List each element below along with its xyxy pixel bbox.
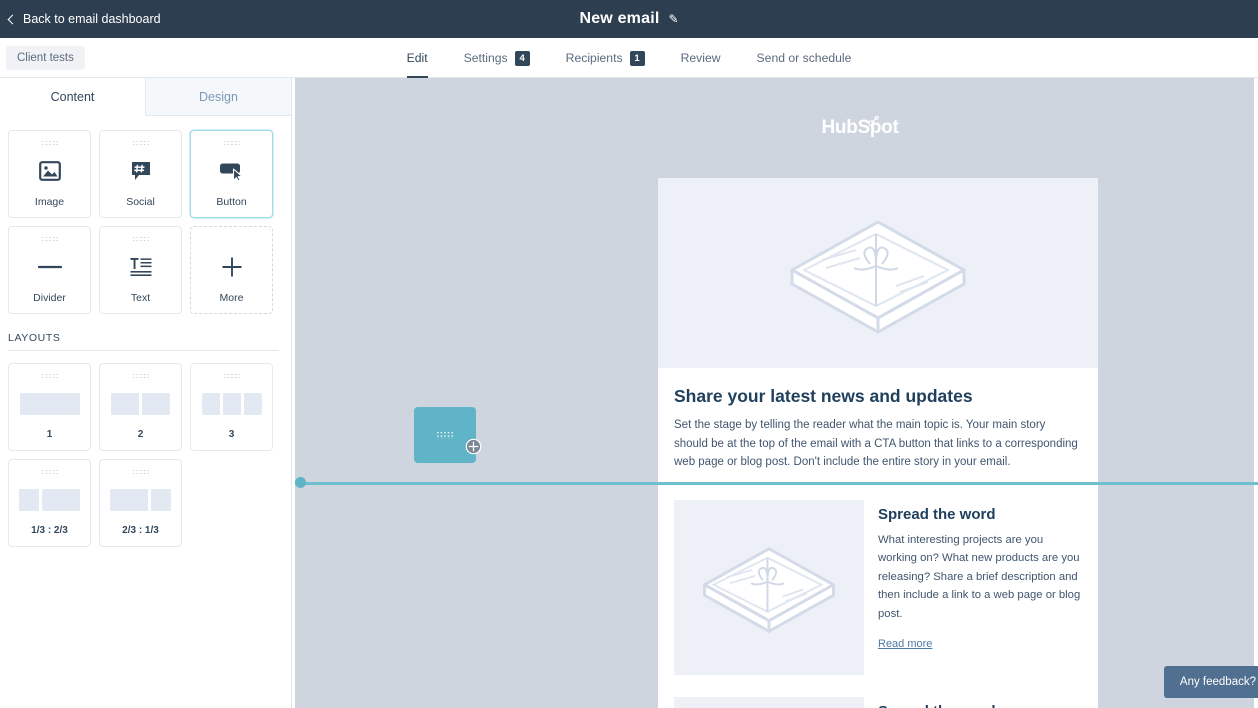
- sidebar-tabs: Content Design: [0, 78, 291, 116]
- tab-recipients[interactable]: Recipients 1: [548, 38, 663, 78]
- tab-settings-badge: 4: [514, 50, 530, 66]
- layout-card-2-3-1-3[interactable]: 2/3 : 1/3: [99, 459, 182, 547]
- nav-tabs: Edit Settings 4 Recipients 1 Review Send…: [0, 38, 1258, 78]
- layouts-grid: 1 2 3 1/3 : 2/3 2/3: 1/3: [0, 351, 291, 547]
- tab-settings[interactable]: Settings 4: [446, 38, 548, 78]
- tab-review[interactable]: Review: [663, 38, 739, 78]
- canvas-right-edge: [1254, 78, 1258, 708]
- sidebar-tab-content-label: Content: [50, 89, 95, 104]
- feedback-button[interactable]: Any feedback?: [1163, 666, 1258, 698]
- layout-card-3[interactable]: 3: [190, 363, 273, 451]
- hero-image-placeholder[interactable]: [658, 178, 1098, 368]
- module-card-image[interactable]: Image: [8, 130, 91, 218]
- layout-card-1[interactable]: 1: [8, 363, 91, 451]
- layouts-heading: LAYOUTS: [8, 332, 61, 344]
- section-1-text[interactable]: Spread the word What interesting project…: [878, 500, 1082, 675]
- sidebar-tab-content[interactable]: Content: [0, 78, 146, 116]
- top-bar: Back to email dashboard: [0, 0, 1258, 38]
- image-icon: [38, 146, 61, 196]
- hubspot-sprocket-icon: [867, 116, 879, 127]
- chevron-left-icon: [7, 14, 18, 24]
- text-icon: [130, 242, 152, 292]
- gift-stack-placeholder-icon: [703, 547, 835, 633]
- layout-card-2-3-1-3-label: 2/3 : 1/3: [122, 525, 159, 536]
- section-2-text[interactable]: Spread the word: [878, 697, 1082, 708]
- hubspot-logo-text: HubSpot: [821, 117, 899, 138]
- hubspot-logo: HubSpot: [821, 116, 899, 139]
- module-card-button[interactable]: Button: [190, 130, 273, 218]
- section-1-read-more-link[interactable]: Read more: [878, 638, 932, 650]
- sidebar-tab-design-label: Design: [199, 89, 238, 104]
- layout-preview: [201, 379, 262, 429]
- plus-icon: [221, 242, 243, 292]
- tab-recipients-label: Recipients: [565, 51, 623, 65]
- module-card-divider[interactable]: Divider: [8, 226, 91, 314]
- tab-edit[interactable]: Edit: [389, 38, 446, 78]
- module-card-more-label: More: [219, 292, 244, 304]
- tab-recipients-badge: 1: [629, 50, 645, 66]
- tab-settings-label: Settings: [463, 51, 508, 65]
- module-card-button-label: Button: [216, 196, 247, 208]
- button-icon: [219, 146, 245, 196]
- layout-card-2[interactable]: 2: [99, 363, 182, 451]
- module-card-more[interactable]: More: [190, 226, 273, 314]
- layout-preview: [19, 379, 80, 429]
- drop-indicator-line: [295, 482, 1258, 485]
- sidebar: Content Design Image Social Button Divid…: [0, 78, 292, 708]
- pencil-icon[interactable]: ✎: [669, 12, 679, 26]
- module-card-divider-label: Divider: [33, 292, 66, 304]
- back-to-dashboard-link[interactable]: Back to email dashboard: [7, 12, 161, 26]
- module-card-image-label: Image: [34, 196, 65, 208]
- module-grid: Image Social Button Divider Text More: [0, 116, 291, 314]
- section-1-image-placeholder[interactable]: [674, 499, 864, 675]
- layout-card-1-label: 1: [46, 429, 53, 440]
- email-section-1[interactable]: Spread the word What interesting project…: [658, 488, 1098, 685]
- section-1-paragraph: What interesting projects are you workin…: [878, 533, 1081, 620]
- email-main-heading: Share your latest news and updates: [674, 386, 973, 406]
- nav-bar: Client tests Edit Settings 4 Recipients …: [0, 38, 1258, 78]
- email-header[interactable]: HubSpot: [640, 78, 1080, 178]
- email-canvas[interactable]: HubSpot Share your latest news and updat…: [292, 78, 1258, 708]
- social-hashtag-icon: [130, 146, 152, 196]
- back-to-dashboard-label: Back to email dashboard: [23, 12, 161, 26]
- module-card-social-label: Social: [126, 196, 155, 208]
- email-main-text-module[interactable]: Share your latest news and updates Set t…: [658, 368, 1098, 488]
- layout-card-3-label: 3: [228, 429, 235, 440]
- drop-indicator-dot: [295, 477, 306, 488]
- move-cursor-icon: [465, 438, 482, 455]
- gift-stack-placeholder-icon: [790, 220, 966, 334]
- module-card-social[interactable]: Social: [99, 130, 182, 218]
- layout-preview: [19, 475, 80, 525]
- module-card-text[interactable]: Text: [99, 226, 182, 314]
- canvas-left-edge: [292, 78, 295, 708]
- layout-card-2-label: 2: [137, 429, 144, 440]
- tab-send-or-schedule[interactable]: Send or schedule: [739, 38, 870, 78]
- email-body[interactable]: Share your latest news and updates Set t…: [658, 178, 1098, 708]
- tab-edit-label: Edit: [406, 51, 428, 65]
- email-section-2[interactable]: Spread the word: [658, 685, 1098, 708]
- tab-review-label: Review: [680, 51, 721, 65]
- layout-preview: [110, 475, 171, 525]
- drag-handle-dots-icon: [436, 431, 454, 439]
- email-main-paragraph: Set the stage by telling the reader what…: [674, 419, 1078, 468]
- layout-card-1-3-2-3-label: 1/3 : 2/3: [31, 525, 68, 536]
- divider-icon: [37, 242, 62, 292]
- section-1-heading: Spread the word: [878, 505, 996, 523]
- layout-card-1-3-2-3[interactable]: 1/3 : 2/3: [8, 459, 91, 547]
- layout-preview: [111, 379, 170, 429]
- section-2-image-placeholder[interactable]: [674, 696, 864, 708]
- drag-ghost-button-module[interactable]: [414, 407, 482, 463]
- module-card-text-label: Text: [130, 292, 151, 304]
- sidebar-tab-design[interactable]: Design: [146, 78, 291, 116]
- section-2-heading: Spread the word: [878, 703, 1082, 708]
- tab-send-or-schedule-label: Send or schedule: [756, 51, 852, 65]
